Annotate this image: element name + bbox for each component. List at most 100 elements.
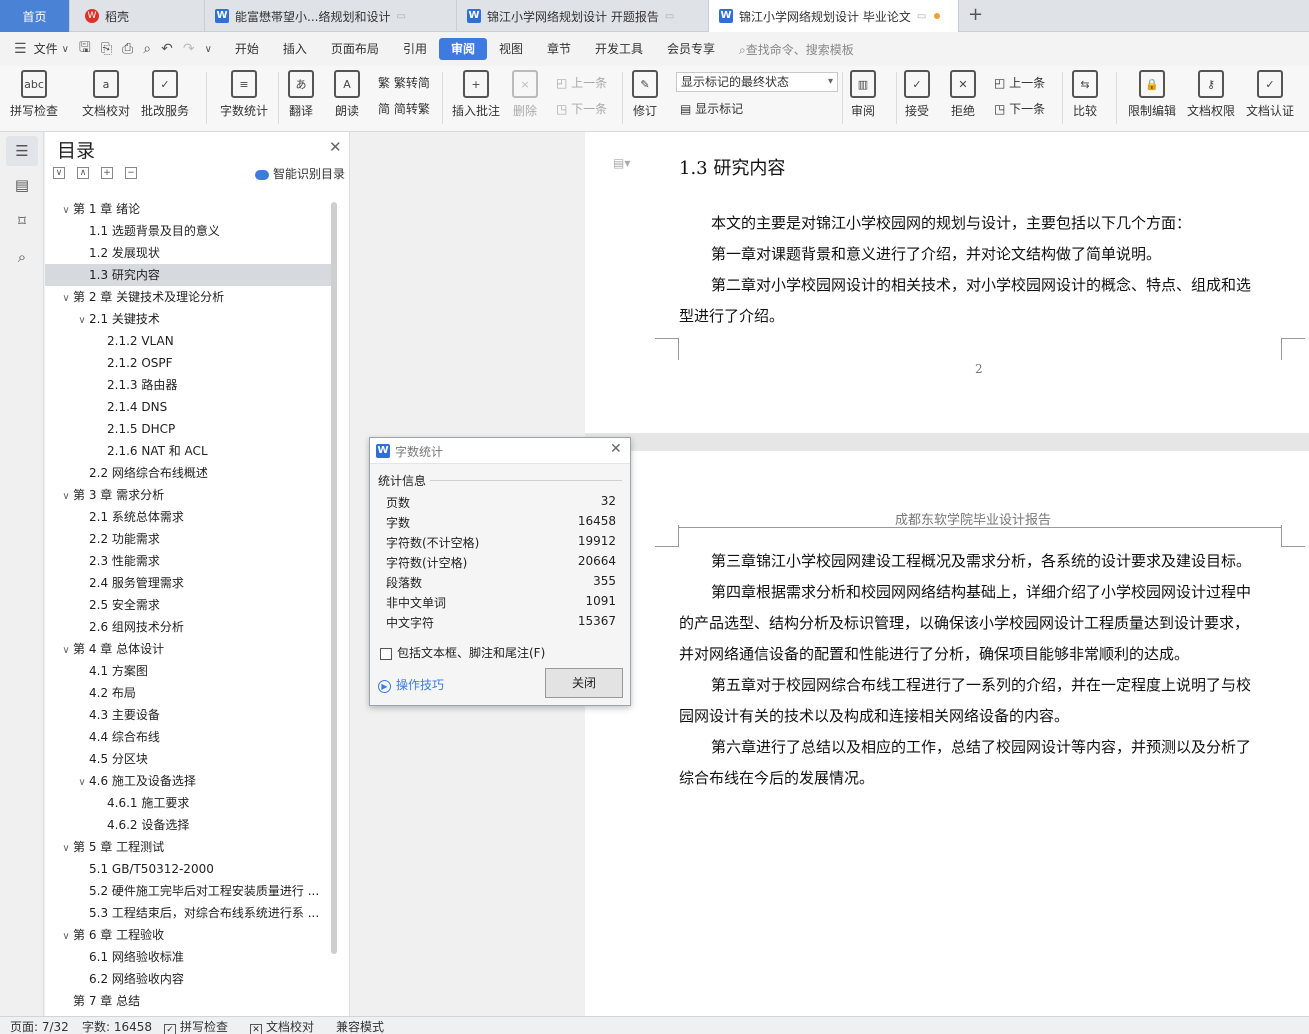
tab-doc1-sync-icon[interactable]: ▭ <box>396 11 405 22</box>
show-markup-button[interactable]: ▤ 显示标记 <box>680 100 743 117</box>
word-count-indicator[interactable]: 字数: 16458 <box>82 1018 152 1034</box>
toc-item[interactable]: 4.4 综合布线 <box>45 726 335 748</box>
toc-item[interactable]: 4.3 主要设备 <box>45 704 335 726</box>
toc-item[interactable]: 2.2 功能需求 <box>45 528 335 550</box>
toc-item[interactable]: ∨ 第 4 章 总体设计 <box>45 638 335 660</box>
new-tab-button[interactable]: + <box>968 4 983 25</box>
toc-item[interactable]: 4.6.1 施工要求 <box>45 792 335 814</box>
toc-item[interactable]: 2.3 性能需求 <box>45 550 335 572</box>
tab-doc1[interactable]: W 能富懋帯望小...络规划和设计 ▭ <box>205 0 457 32</box>
toc-item[interactable]: ∨ 2.1 关键技术 <box>45 308 335 330</box>
undo-icon[interactable]: ↶ <box>161 41 173 57</box>
toc-item[interactable]: 2.4 服务管理需求 <box>45 572 335 594</box>
close-icon[interactable]: ✕ <box>610 441 622 457</box>
toc-item[interactable]: 4.5 分区块 <box>45 748 335 770</box>
expand-chevron-icon[interactable]: ∨ <box>59 200 73 220</box>
delete-comment-button[interactable]: × 删除 <box>512 70 538 119</box>
command-search[interactable]: ⌕查找命令、搜索模板 <box>739 41 854 58</box>
translate-button[interactable]: あ翻译 <box>288 70 314 119</box>
doc-proof-toggle[interactable]: ✕ 文档校对 <box>250 1018 314 1034</box>
expand-chevron-icon[interactable]: ∨ <box>75 772 89 792</box>
expand-chevron-icon[interactable]: ∨ <box>59 640 73 660</box>
toc-item[interactable]: 6.2 网络验收内容 <box>45 968 335 990</box>
tab-daoke[interactable]: W 稻壳 <box>71 0 205 32</box>
next-change-button[interactable]: ◳ 下一条 <box>994 100 1045 117</box>
close-button[interactable]: 关闭 <box>545 668 623 698</box>
chevron-down-icon[interactable]: ∨ <box>62 44 69 55</box>
accept-button[interactable]: ✓ 接受 <box>904 70 930 119</box>
toc-item[interactable]: 2.1.2 OSPF <box>45 352 335 374</box>
menu-reference[interactable]: 引用 <box>391 38 439 60</box>
doc-cert-button[interactable]: ✓ 文档认证 <box>1246 70 1294 119</box>
menu-layout[interactable]: 页面布局 <box>319 38 391 60</box>
search-icon[interactable]: ⌕ <box>12 248 32 266</box>
page-indicator[interactable]: 页面: 7/32 <box>10 1018 69 1034</box>
paragraph-menu-icon[interactable]: ▤▾ <box>613 156 630 170</box>
doc-proof-button[interactable]: a 文档校对 <box>82 70 130 119</box>
toc-item[interactable]: 4.1 方案图 <box>45 660 335 682</box>
toc-item[interactable]: 1.3 研究内容 <box>45 264 335 286</box>
tab-home[interactable]: 首页 <box>0 0 70 32</box>
expand-chevron-icon[interactable]: ∨ <box>59 486 73 506</box>
toc-item[interactable]: ∨ 第 6 章 工程验收 <box>45 924 335 946</box>
collapse-all-icon[interactable]: ∨ <box>53 167 65 179</box>
include-footnotes-checkbox[interactable]: 包括文本框、脚注和尾注(F) <box>380 644 545 661</box>
hamburger-icon[interactable]: ☰ <box>14 41 27 57</box>
expand-chevron-icon[interactable]: ∨ <box>59 288 73 308</box>
compare-button[interactable]: ⇆ 比较 <box>1072 70 1098 119</box>
smart-toc-button[interactable]: 智能识别目录 <box>255 165 345 182</box>
toc-item[interactable]: 2.1.3 路由器 <box>45 374 335 396</box>
toc-item[interactable]: 5.3 工程结束后，对综合布线系统进行系 ... <box>45 902 335 924</box>
toc-item[interactable]: 4.6.2 设备选择 <box>45 814 335 836</box>
batch-service-button[interactable]: ✓ 批改服务 <box>141 70 189 119</box>
quick-access-more-icon[interactable]: ∨ <box>205 44 212 55</box>
add-heading-icon[interactable]: + <box>101 167 113 179</box>
toc-item[interactable]: 第 7 章 总结 <box>45 990 335 1012</box>
dialog-titlebar[interactable]: W 字数统计 ✕ <box>370 438 630 464</box>
bookmark-icon[interactable]: ⌑ <box>12 212 32 230</box>
toc-item[interactable]: 2.5 安全需求 <box>45 594 335 616</box>
toc-item[interactable]: 2.1.4 DNS <box>45 396 335 418</box>
chapter-nav-icon[interactable]: ▤ <box>12 176 32 194</box>
toc-item[interactable]: 2.1.6 NAT 和 ACL <box>45 440 335 462</box>
redo-icon[interactable]: ↷ <box>183 41 195 57</box>
insert-comment-button[interactable]: + 插入批注 <box>452 70 500 119</box>
toc-item[interactable]: 1.2 发展现状 <box>45 242 335 264</box>
revise-button[interactable]: ✎ 修订 <box>632 70 658 119</box>
word-count-button[interactable]: ≡ 字数统计 <box>220 70 268 119</box>
tab-doc3-active[interactable]: W 锦江小学网络规划设计 毕业论文 ▭ <box>709 0 959 32</box>
toc-item[interactable]: 2.2 网络综合布线概述 <box>45 462 335 484</box>
reject-button[interactable]: ✕ 拒绝 <box>950 70 976 119</box>
toc-item[interactable]: 2.1.5 DHCP <box>45 418 335 440</box>
close-icon[interactable]: ✕ <box>329 138 342 156</box>
menu-review[interactable]: 审阅 <box>438 38 487 60</box>
toc-item[interactable]: 5.2 硬件施工完毕后对工程安装质量进行 ... <box>45 880 335 902</box>
spell-check-toggle[interactable]: ✓ 拼写检查 <box>164 1018 228 1034</box>
tips-link[interactable]: ▶ 操作技巧 <box>378 676 444 693</box>
spell-check-button[interactable]: abc 拼写检查 <box>10 70 58 119</box>
menu-chapter[interactable]: 章节 <box>535 38 583 60</box>
menu-insert[interactable]: 插入 <box>271 38 319 60</box>
to-traditional-button[interactable]: 繁 繁转简 <box>378 74 430 91</box>
print-preview-icon[interactable]: ⌕ <box>143 41 151 57</box>
toc-item[interactable]: ∨ 第 1 章 绪论 <box>45 198 335 220</box>
expand-chevron-icon[interactable]: ∨ <box>59 838 73 858</box>
tab-doc2[interactable]: W 锦江小学网络规划设计 开题报告 ▭ <box>457 0 709 32</box>
prev-comment-button[interactable]: ◰ 上一条 <box>556 74 607 91</box>
toc-item[interactable]: 5.1 GB/T50312-2000 <box>45 858 335 880</box>
review-pane-button[interactable]: ▥ 审阅 <box>850 70 876 119</box>
menu-start[interactable]: 开始 <box>223 38 271 60</box>
toc-pane-icon[interactable]: ☰ <box>6 136 38 166</box>
prev-change-button[interactable]: ◰ 上一条 <box>994 74 1045 91</box>
menu-view[interactable]: 视图 <box>487 38 535 60</box>
markup-mode-select[interactable]: 显示标记的最终状态 <box>676 72 838 92</box>
save-icon[interactable]: 🖫 <box>79 37 91 61</box>
toc-item[interactable]: 2.1.2 VLAN <box>45 330 335 352</box>
toc-item[interactable]: 2.6 组网技术分析 <box>45 616 335 638</box>
menu-devtools[interactable]: 开发工具 <box>583 38 655 60</box>
toc-item[interactable]: 6.1 网络验收标准 <box>45 946 335 968</box>
toc-item[interactable]: ∨ 第 5 章 工程测试 <box>45 836 335 858</box>
toc-item[interactable]: ∨ 第 3 章 需求分析 <box>45 484 335 506</box>
tab-doc2-sync-icon[interactable]: ▭ <box>665 11 674 22</box>
toc-item[interactable]: 4.2 布局 <box>45 682 335 704</box>
